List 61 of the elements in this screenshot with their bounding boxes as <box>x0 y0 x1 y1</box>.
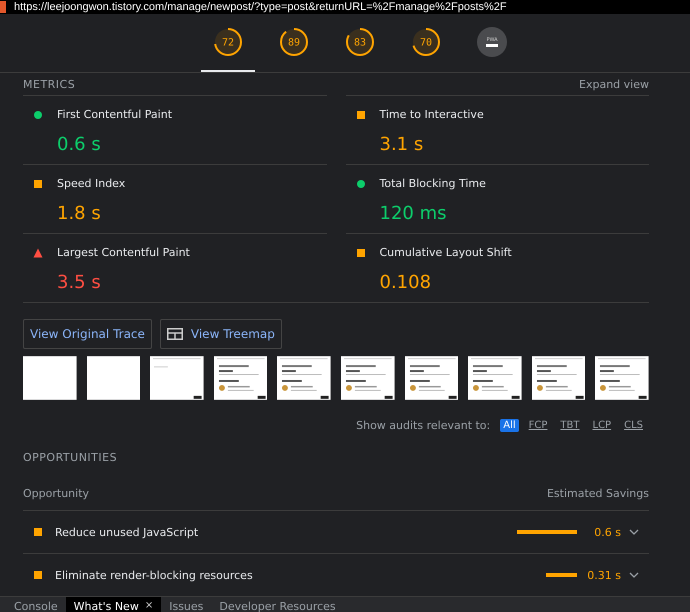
drawer-tab[interactable]: Console <box>6 597 66 612</box>
category-tab[interactable]: 83 <box>333 14 387 72</box>
metric-label: First Contentful Paint <box>57 107 174 123</box>
close-icon[interactable]: × <box>144 600 154 611</box>
status-icon <box>34 528 42 536</box>
filmstrip-frame <box>404 356 458 400</box>
metric-value: 1.8 s <box>57 202 102 226</box>
metric-label: Time to Interactive <box>380 107 485 123</box>
filter-chip[interactable]: TBT <box>557 419 582 432</box>
category-tab[interactable]: 70 <box>399 14 453 72</box>
filmstrip-frame <box>277 356 331 400</box>
metric-value: 3.5 s <box>57 270 102 294</box>
metric-label: Cumulative Layout Shift <box>380 245 513 261</box>
metric-value: 3.1 s <box>380 132 424 156</box>
opportunity-title[interactable]: Eliminate render-blocking resources <box>55 568 517 582</box>
filmstrip-frame <box>468 356 522 400</box>
expand-view-link[interactable]: Expand view <box>579 78 649 90</box>
opportunity-title[interactable]: Reduce unused JavaScript <box>55 526 517 538</box>
savings-value: 0.31 s <box>586 568 621 582</box>
column-header: Opportunity <box>23 486 90 500</box>
treemap-icon <box>166 328 183 340</box>
savings-bar <box>517 530 577 534</box>
chevron-icon[interactable] <box>629 572 639 578</box>
section-title: METRICS <box>23 78 76 90</box>
filmstrip-frame <box>214 356 268 400</box>
drawer-tab[interactable]: What's New × <box>66 597 162 612</box>
filter-chip[interactable]: LCP <box>590 419 614 432</box>
filmstrip-frame <box>340 356 395 400</box>
filmstrip-frame <box>532 356 586 400</box>
chevron-icon[interactable] <box>629 529 639 535</box>
metric-value: 0.6 s <box>57 132 102 156</box>
score-gauge: 89 <box>279 27 309 57</box>
filter-chip[interactable]: All <box>500 419 519 432</box>
metric-label: Largest Contentful Paint <box>57 245 191 261</box>
metric-value: 120 ms <box>380 202 448 226</box>
metric-label: Total Blocking Time <box>380 176 487 192</box>
savings-bar <box>546 573 577 577</box>
column-header: Estimated Savings <box>546 486 649 500</box>
page-url: https://leejoongwon.tistory.com/manage/newpost/?type=post&returnURL=%2Fmanage%2Fposts%2F <box>14 1 507 13</box>
filmstrip-frame <box>86 356 140 400</box>
score-gauge: 72 <box>213 27 243 57</box>
drawer-tab[interactable]: Developer Resources <box>211 597 344 612</box>
savings-value: 0.6 s <box>593 526 621 538</box>
metric-label: Speed Index <box>57 176 126 192</box>
filmstrip-frame <box>150 356 204 400</box>
filmstrip-frame <box>23 356 77 400</box>
metric-value: 0.108 <box>380 270 432 294</box>
filter-chip[interactable]: CLS <box>621 419 646 432</box>
section-title: OPPORTUNITIES <box>23 450 118 464</box>
score-gauge: 70 <box>411 27 441 57</box>
score-gauge: 83 <box>345 27 375 57</box>
view-trace-button[interactable]: View Original Trace <box>23 319 152 349</box>
view-treemap-button[interactable]: View Treemap <box>160 319 282 349</box>
filter-label: Show audits relevant to: <box>356 419 490 432</box>
filmstrip-frame <box>595 356 649 400</box>
drawer-tab[interactable]: Issues <box>161 597 212 612</box>
status-icon <box>34 571 42 579</box>
category-tab[interactable]: 72 <box>201 14 255 72</box>
category-tab[interactable]: 89 <box>267 14 321 72</box>
filter-chip[interactable]: FCP <box>526 419 550 432</box>
site-icon <box>0 1 6 13</box>
